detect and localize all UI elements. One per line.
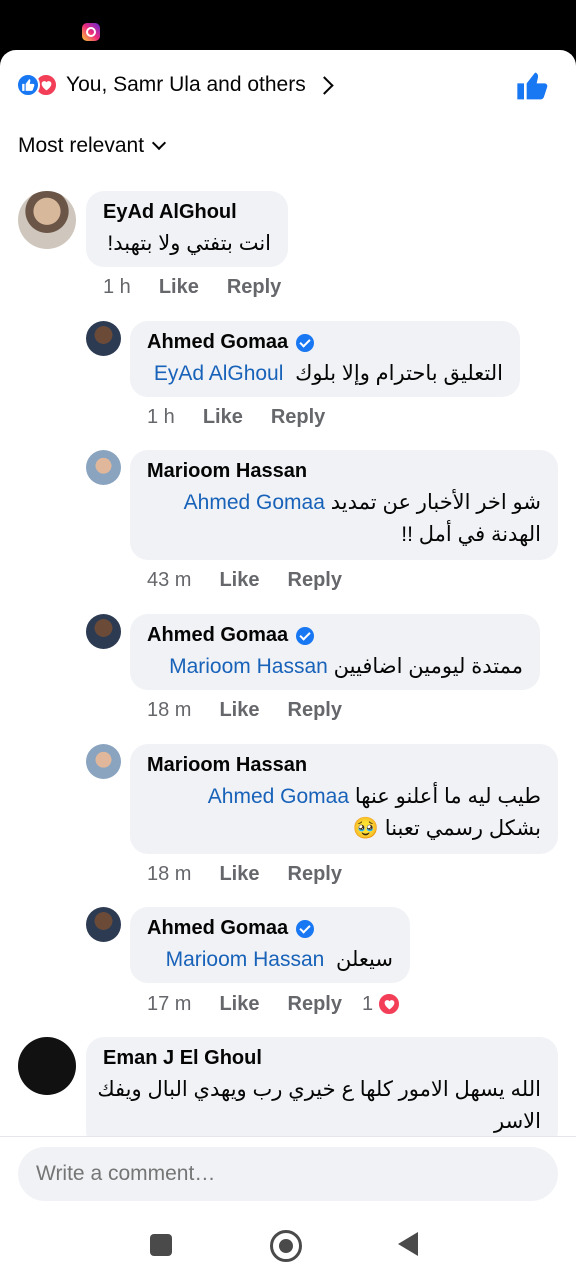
like-button[interactable]: Like — [159, 276, 199, 299]
comment-bubble: Eman J El Ghoul الله يسهل الامور كلها ع … — [86, 1037, 558, 1149]
comment-input-bar — [0, 1136, 576, 1210]
like-post-icon[interactable] — [516, 70, 548, 102]
system-nav-bar — [0, 1210, 576, 1280]
comment-bubble: Ahmed Gomaa ممتدة ليومين اضافيين Marioom… — [130, 614, 540, 690]
reply-button[interactable]: Reply — [271, 406, 325, 429]
like-button[interactable]: Like — [219, 993, 259, 1016]
comment-actions: 1 h Like Reply — [103, 276, 309, 299]
mention-link[interactable]: EyAd AlGhoul — [154, 362, 284, 385]
comment-author[interactable]: Eman J El Ghoul — [103, 1047, 541, 1070]
reply-button[interactable]: Reply — [288, 699, 342, 722]
comment-time: 43 m — [147, 569, 192, 591]
comment-text-line2: الاسر — [494, 1110, 541, 1133]
comment-text-line2: بشكل رسمي تعبنا 🥹 — [352, 817, 541, 840]
comment-time: 1 h — [103, 276, 131, 298]
comment-bubble: Ahmed Gomaa التعليق باحترام وإلا بلوك Ey… — [130, 321, 520, 397]
comment-actions: 1 h Like Reply — [147, 406, 353, 429]
like-button[interactable]: Like — [219, 863, 259, 886]
reply-button[interactable]: Reply — [288, 993, 342, 1016]
reaction-count[interactable]: 1 — [362, 992, 402, 1016]
comment-actions: 18 m Like Reply — [147, 699, 370, 722]
back-button[interactable] — [398, 1232, 418, 1256]
avatar[interactable] — [86, 321, 121, 356]
reply-button[interactable]: Reply — [288, 863, 342, 886]
avatar[interactable] — [18, 191, 76, 249]
comments-sheet: You, Samr Ula and others Most relevant E… — [0, 50, 576, 1210]
avatar[interactable] — [86, 450, 121, 485]
status-bar — [0, 0, 576, 50]
love-reaction-icon — [377, 992, 402, 1016]
comment-actions: 17 m Like Reply 1 — [147, 992, 402, 1016]
verified-badge-icon — [296, 626, 315, 645]
comment-text: ممتدة ليومين اضافيين Marioom Hassan — [169, 655, 523, 678]
sort-dropdown[interactable]: Most relevant — [18, 134, 167, 158]
comment-actions: 43 m Like Reply — [147, 569, 370, 592]
reactions-summary[interactable]: You, Samr Ula and others — [16, 70, 334, 100]
comment-time: 18 m — [147, 863, 192, 885]
home-button[interactable] — [270, 1230, 302, 1262]
comment-text-line2: الهدنة في أمل !! — [401, 523, 541, 546]
comment-author[interactable]: Ahmed Gomaa — [147, 331, 288, 354]
avatar[interactable] — [86, 614, 121, 649]
comment-text: الله يسهل الامور كلها ع خيري رب ويهدي ال… — [97, 1078, 541, 1101]
avatar[interactable] — [86, 907, 121, 942]
comment-author[interactable]: Marioom Hassan — [147, 460, 541, 483]
recents-button[interactable] — [150, 1234, 172, 1256]
comment-input[interactable] — [18, 1147, 558, 1201]
comment-author[interactable]: EyAd AlGhoul — [103, 201, 271, 224]
comment-author[interactable]: Ahmed Gomaa — [147, 917, 288, 940]
avatar[interactable] — [18, 1037, 76, 1095]
reply-button[interactable]: Reply — [227, 276, 281, 299]
comment-text: شو اخر الأخبار عن تمديد Ahmed Gomaa — [183, 491, 541, 514]
comment-text: انت بتفتي ولا بتهبد! — [107, 232, 271, 255]
comment-author[interactable]: Marioom Hassan — [147, 754, 541, 777]
comment-bubble: Ahmed Gomaa سيعلن Marioom Hassan — [130, 907, 410, 983]
comment-text: طيب ليه ما أعلنو عنها Ahmed Gomaa — [207, 785, 541, 808]
comment-bubble: Marioom Hassan شو اخر الأخبار عن تمديد A… — [130, 450, 558, 560]
like-reaction-icon — [16, 73, 40, 97]
mention-link[interactable]: Ahmed Gomaa — [208, 785, 349, 808]
reply-button[interactable]: Reply — [288, 569, 342, 592]
mention-link[interactable]: Marioom Hassan — [166, 948, 325, 971]
like-button[interactable]: Like — [203, 406, 243, 429]
comment-time: 1 h — [147, 406, 175, 428]
comment-time: 18 m — [147, 699, 192, 721]
comment-text: التعليق باحترام وإلا بلوك EyAd AlGhoul — [153, 362, 503, 385]
reactions-text[interactable]: You, Samr Ula and others — [66, 73, 306, 97]
comment-bubble: EyAd AlGhoul انت بتفتي ولا بتهبد! — [86, 191, 288, 267]
mention-link[interactable]: Ahmed Gomaa — [184, 491, 325, 514]
avatar[interactable] — [86, 744, 121, 779]
sort-label: Most relevant — [18, 134, 145, 157]
comment-bubble: Marioom Hassan طيب ليه ما أعلنو عنها Ahm… — [130, 744, 558, 854]
comment-author[interactable]: Ahmed Gomaa — [147, 624, 288, 647]
like-button[interactable]: Like — [219, 569, 259, 592]
like-button[interactable]: Like — [219, 699, 259, 722]
comment-time: 17 m — [147, 992, 192, 1015]
instagram-notification-icon — [82, 23, 100, 41]
chevron-right-icon — [315, 75, 334, 95]
comment-text: سيعلن Marioom Hassan — [165, 948, 393, 971]
mention-link[interactable]: Marioom Hassan — [169, 655, 328, 678]
verified-badge-icon — [296, 333, 315, 352]
chevron-down-icon — [151, 135, 167, 151]
verified-badge-icon — [296, 919, 315, 938]
comment-actions: 18 m Like Reply — [147, 863, 370, 886]
